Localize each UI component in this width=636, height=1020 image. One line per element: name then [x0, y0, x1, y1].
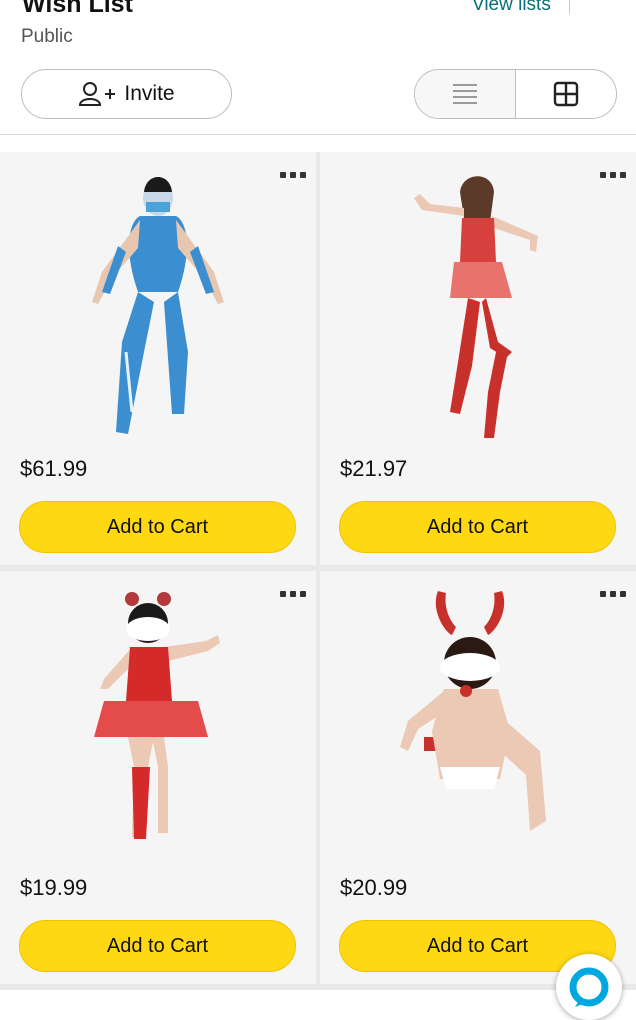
grid-icon [553, 81, 579, 107]
invite-button[interactable]: Invite [21, 69, 232, 119]
view-toggle [414, 69, 617, 119]
product-image[interactable] [320, 152, 636, 442]
item-price: $21.97 [340, 456, 408, 481]
alexa-icon[interactable] [556, 954, 622, 1020]
wishlist-item-card: $19.99 Add to Cart [0, 571, 316, 984]
add-to-cart-button[interactable]: Add to Cart [339, 501, 616, 553]
item-more-icon[interactable] [600, 172, 626, 178]
item-more-icon[interactable] [600, 591, 626, 597]
invite-label: Invite [124, 82, 175, 105]
wishlist-item-card: $20.99 Add to Cart [320, 571, 636, 984]
item-price: $20.99 [340, 875, 408, 900]
product-image[interactable] [320, 571, 636, 861]
view-lists-link[interactable]: View lists [472, 0, 551, 16]
privacy-label: Public [21, 26, 73, 47]
add-to-cart-button[interactable]: Add to Cart [19, 501, 296, 553]
add-to-cart-button[interactable]: Add to Cart [19, 920, 296, 972]
add-person-icon [79, 82, 116, 106]
product-image[interactable] [0, 152, 316, 442]
wishlist-item-card: $21.97 Add to Cart [320, 152, 636, 565]
item-more-icon[interactable] [280, 591, 306, 597]
next-row-peek [0, 990, 636, 1004]
grid-view-button[interactable] [516, 70, 616, 118]
page-title: Wish List [22, 0, 133, 18]
wishlist-item-card: $61.99 Add to Cart [0, 152, 316, 565]
wishlist-grid: $61.99 Add to Cart $21.97 Add to Cart $1… [0, 152, 636, 1004]
wishlist-header: Wish List Public View lists Invite [0, 0, 636, 135]
item-price: $19.99 [20, 875, 88, 900]
divider [569, 0, 570, 14]
list-view-button[interactable] [415, 70, 516, 118]
list-icon [453, 84, 477, 104]
item-more-icon[interactable] [280, 172, 306, 178]
item-price: $61.99 [20, 456, 88, 481]
alexa-ring-icon [569, 967, 609, 1007]
product-image[interactable] [0, 571, 316, 861]
